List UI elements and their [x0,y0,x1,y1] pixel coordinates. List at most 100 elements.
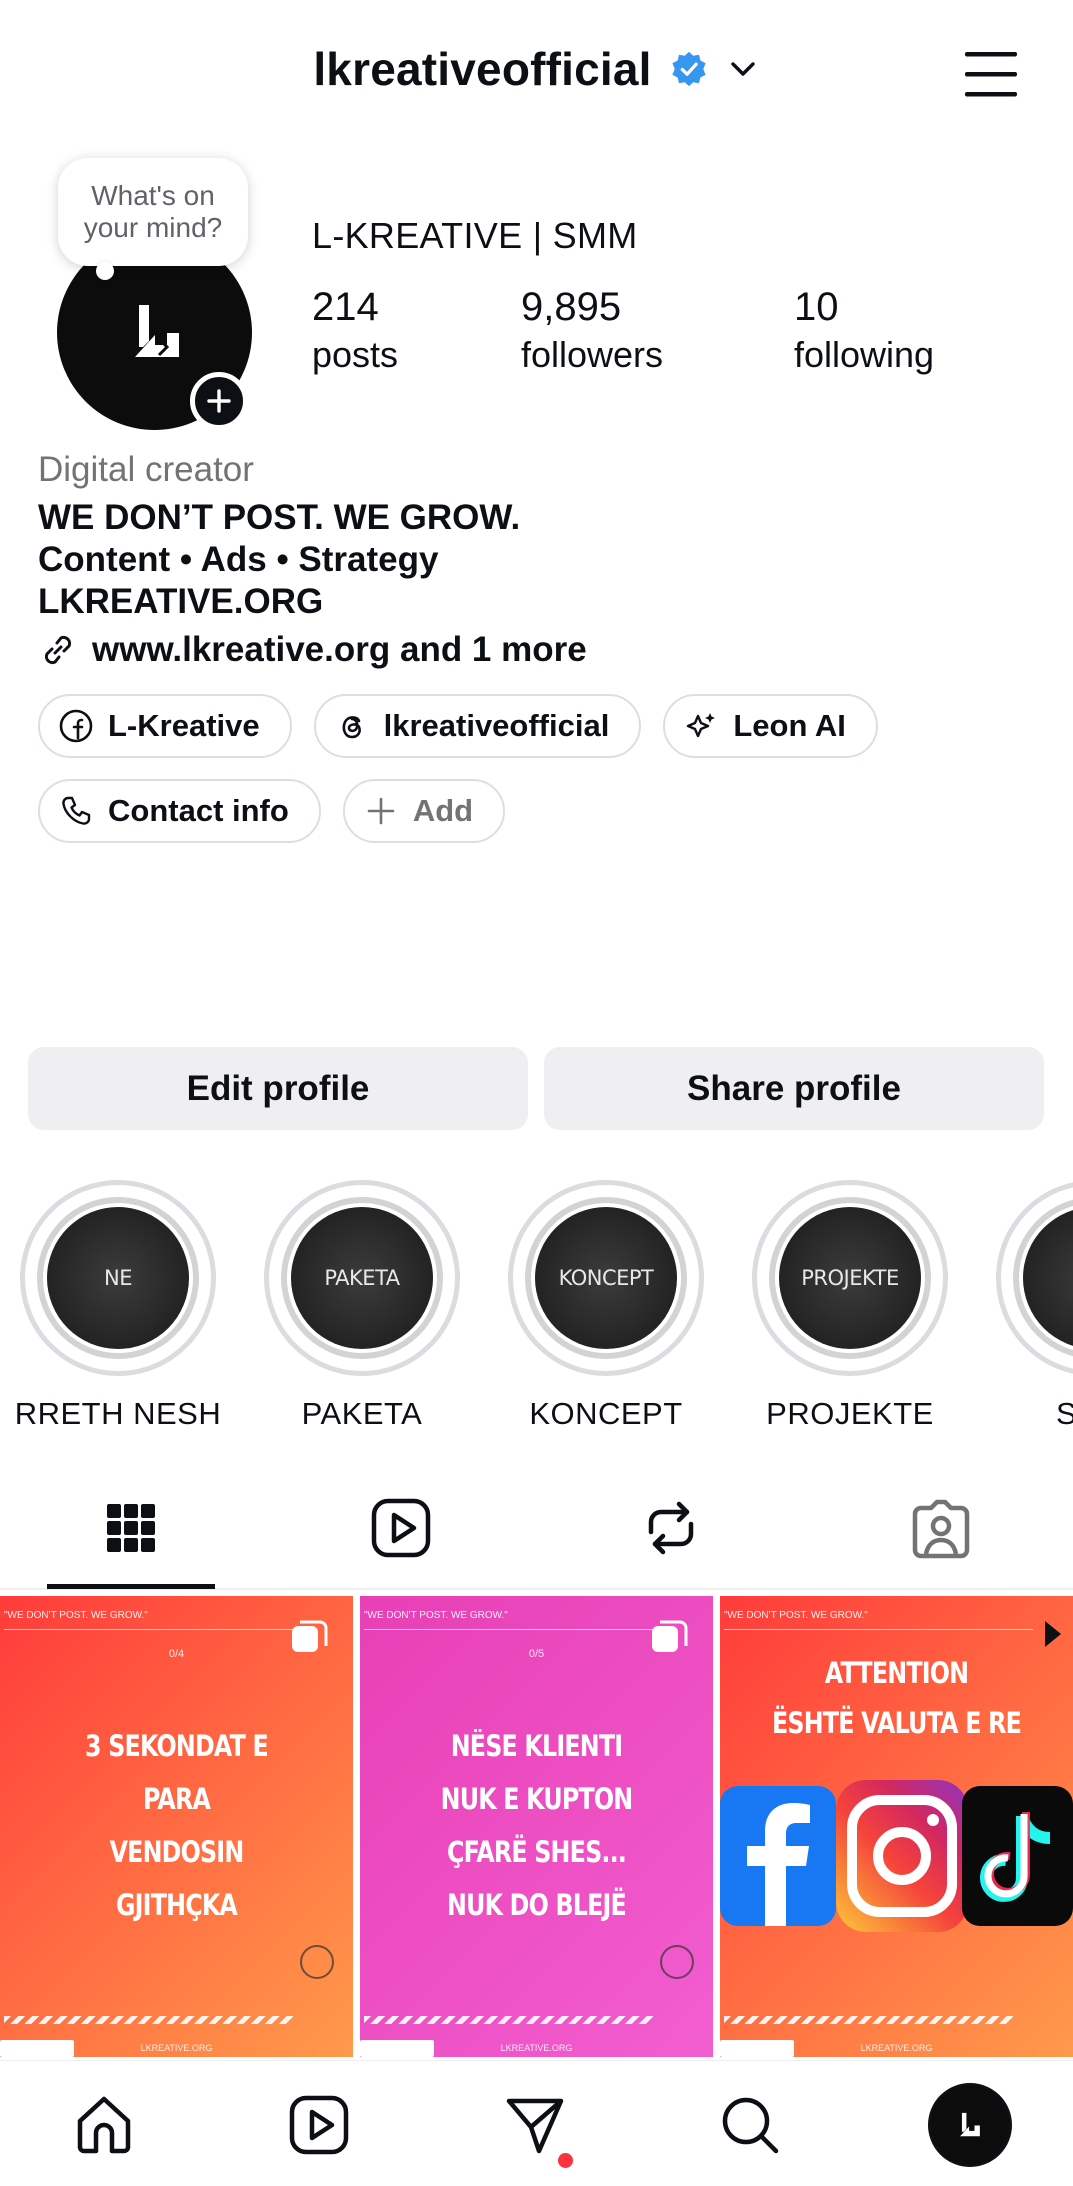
highlight-ring: NE [20,1180,216,1376]
next-arrow-icon [660,1945,694,1979]
highlight-cover [1023,1207,1073,1349]
chip-contact-info[interactable]: Contact info [38,779,321,843]
post-divider [724,1629,1033,1630]
highlight-paketa[interactable]: PAKETA PAKETA [264,1180,460,1432]
post-stripes [724,2016,1013,2024]
post-stripes [4,2016,293,2024]
stat-posts-label: posts [312,334,399,375]
home-icon[interactable] [72,2093,136,2157]
post-title: ATTENTION ËSHTË VALUTA E RE [768,1648,1025,1748]
direct-messages-icon[interactable] [503,2093,567,2157]
chip-label: Leon AI [733,708,846,743]
tiktok-logo [962,1786,1073,1926]
profile-links[interactable]: www.lkreative.org and 1 more [38,630,587,670]
post-title-line: NUK E KUPTON [440,1782,634,1816]
bio-line: LKREATIVE.ORG [38,582,324,621]
brand-logo [135,305,179,357]
bio-line: WE DON’T POST. WE GROW. [38,498,521,537]
stat-posts[interactable]: 214 posts [312,283,398,379]
highlight-label: RRETH NESH [14,1396,222,1431]
search-icon[interactable] [718,2093,782,2157]
chip-label: Add [412,793,474,828]
post-title-line: ATTENTION [824,1656,969,1690]
highlight-inner: KONCEPT [525,1197,687,1359]
edit-profile-button[interactable]: Edit profile [28,1047,528,1130]
tagged-icon[interactable] [907,1494,975,1562]
note-bubble-tail [96,262,114,280]
stat-following[interactable]: 10 following [794,283,934,379]
active-tab-indicator [47,1584,215,1589]
highlight-ring [996,1180,1073,1376]
instagram-logo [836,1780,968,1932]
highlight-label: S [1056,1396,1073,1431]
chip-leon-ai[interactable]: Leon AI [663,694,878,758]
top-bar: lkreativeofficial [0,0,1073,150]
profile-category: Digital creator [38,450,254,489]
post-title-line: 3 SEKONDAT E PARA [85,1729,269,1816]
reposts-icon[interactable] [637,1494,705,1562]
facebook-icon [747,1803,810,1926]
account-switcher[interactable]: lkreativeofficial [0,42,1073,96]
verified-badge-icon [672,51,706,87]
highlight-inner [1013,1197,1073,1359]
post-divider [364,1629,673,1630]
highlight-label: PAKETA [301,1396,423,1431]
grid-icon[interactable] [97,1494,165,1562]
profile-chips-row-2: Contact info Add [38,779,1038,843]
post-title-line: NUK DO BLEJË [447,1888,627,1922]
highlight-label: KONCEPT [529,1396,683,1431]
highlight-projekte[interactable]: PROJEKTE PROJEKTE [752,1180,948,1432]
profile-full-name: L-KREATIVE | SMM [312,215,638,256]
username-title[interactable]: lkreativeofficial [313,42,651,96]
tiktok-icon [980,1812,1051,1902]
chip-threads[interactable]: lkreativeofficial [313,694,642,758]
note-bubble[interactable]: What's on your mind? [58,158,248,266]
reels-icon[interactable] [367,1494,435,1562]
highlight-ring: KONCEPT [508,1180,704,1376]
hamburger-menu-icon[interactable] [963,48,1019,100]
post-tagline: "WE DON'T POST. WE GROW." [364,1610,508,1621]
reels-icon[interactable] [287,2093,351,2157]
highlight-partial[interactable]: S [996,1180,1073,1432]
highlight-ring: PAKETA [264,1180,460,1376]
phone-icon [62,796,91,825]
chevron-down-icon[interactable] [726,52,760,86]
post-title-line: NËSE KLIENTI [450,1729,623,1763]
post-title: 3 SEKONDAT E PARA VENDOSIN GJITHÇKA [48,1720,305,1932]
chip-label: Contact info [108,793,289,828]
facebook-logo [720,1786,836,1926]
profile-bio: WE DON’T POST. WE GROW. Content • Ads • … [38,497,520,623]
post-footer-url: LKREATIVE.ORG [500,2043,573,2053]
share-profile-button[interactable]: Share profile [544,1047,1044,1130]
stat-followers-label: followers [521,334,664,375]
grid-post[interactable]: "WE DON'T POST. WE GROW." 0/4 3 SEKONDAT… [0,1596,353,2057]
highlight-ring: PROJEKTE [752,1180,948,1376]
chip-add[interactable]: Add [342,779,506,843]
notification-dot [558,2153,573,2168]
stat-followers[interactable]: 9,895 followers [521,283,663,379]
chip-label: L-Kreative [108,708,260,743]
reel-play-icon [1045,1621,1061,1647]
chip-facebook[interactable]: L-Kreative [38,694,292,758]
highlight-rreth-nesh[interactable]: NE RRETH NESH [15,1180,221,1432]
carousel-icon [292,1620,328,1652]
profile-link-text[interactable]: www.lkreative.org and 1 more [92,630,587,670]
grid-post[interactable]: "WE DON'T POST. WE GROW." 0/5 NËSE KLIEN… [360,1596,713,2057]
stat-following-label: following [794,334,935,375]
grid-post[interactable]: "WE DON'T POST. WE GROW." ATTENTION ËSHT… [720,1596,1073,2057]
next-arrow-icon [300,1945,334,1979]
highlight-cover: PROJEKTE [779,1207,921,1349]
post-tagline: "WE DON'T POST. WE GROW." [4,1610,148,1621]
highlight-cover: NE [47,1207,189,1349]
facebook-icon [59,709,93,743]
profile-avatar[interactable] [928,2083,1012,2167]
highlight-clip: S [996,1180,1073,1470]
stat-followers-count: 9,895 [521,285,622,329]
add-story-button[interactable] [190,372,248,430]
post-footer-url: LKREATIVE.ORG [860,2043,933,2053]
post-stripes [364,2016,653,2024]
post-title-line: GJITHÇKA [115,1888,238,1922]
highlight-inner: PAKETA [281,1197,443,1359]
highlight-koncept[interactable]: KONCEPT KONCEPT [508,1180,704,1432]
plus-icon [367,797,395,825]
